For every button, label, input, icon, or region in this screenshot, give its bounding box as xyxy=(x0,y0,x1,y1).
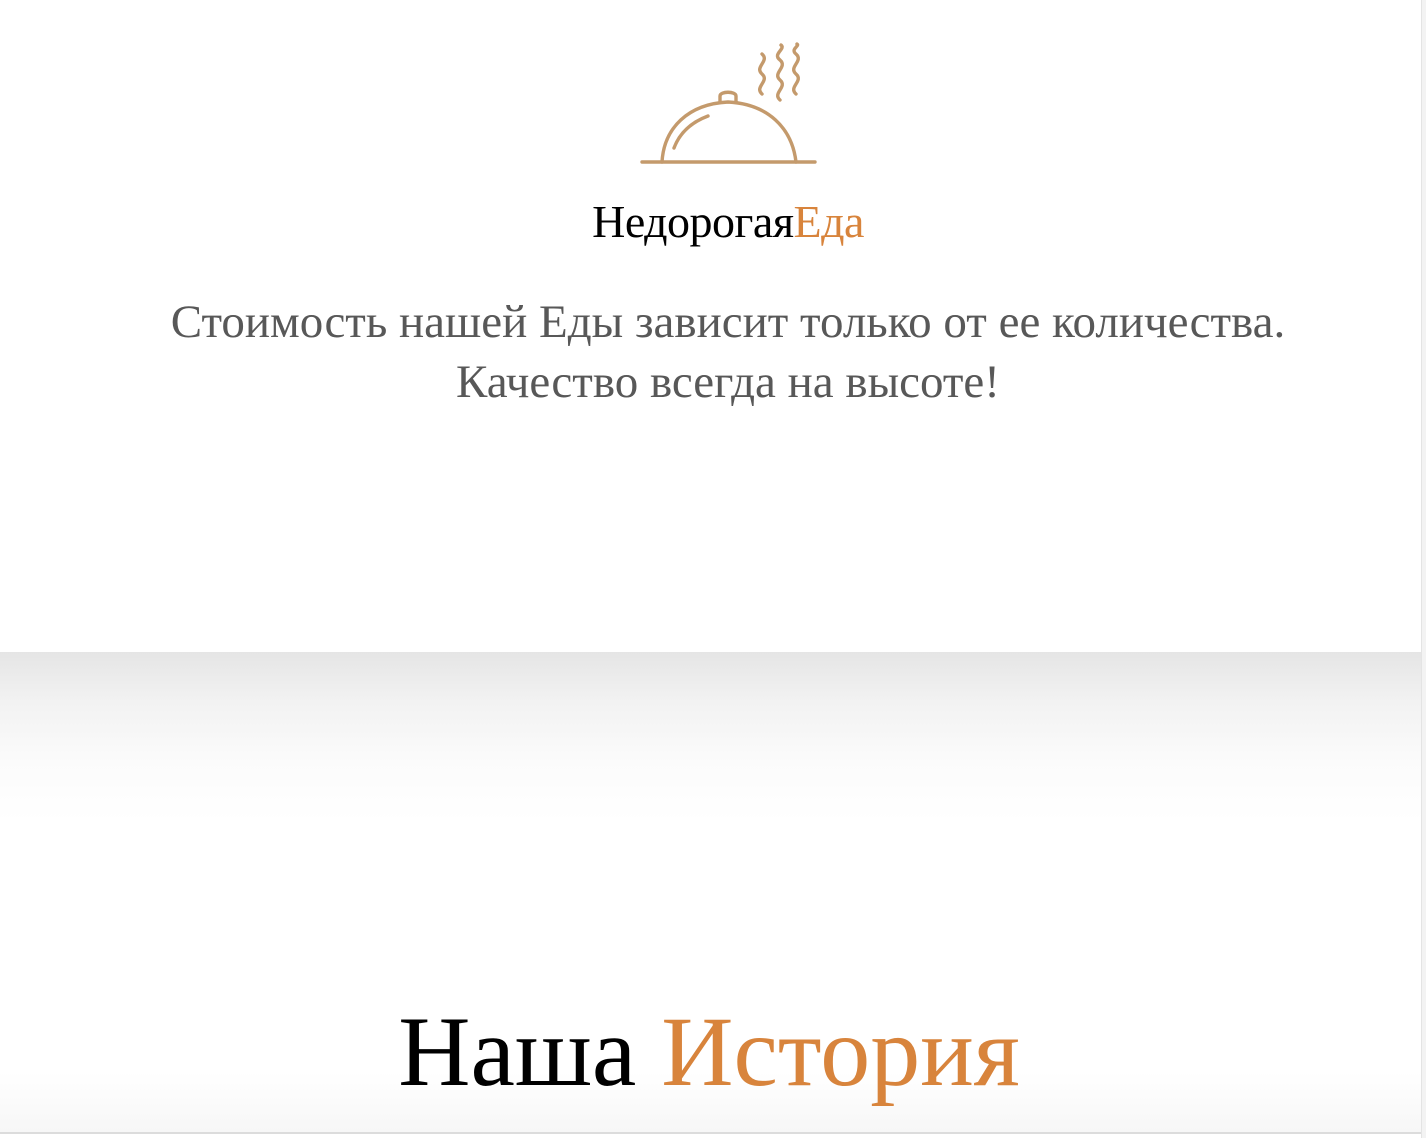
tagline-line-1: Стоимость нашей Еды зависит только от ее… xyxy=(170,296,1286,348)
page: НедорогаяЕда Стоимость нашей Еды зависит… xyxy=(0,0,1426,1138)
divider xyxy=(0,1132,1421,1134)
history-section: Наша История xyxy=(0,652,1421,1132)
hero-tagline: Стоимость нашей Еды зависит только от ее… xyxy=(0,292,1426,412)
brand-name-part1: Недорогая xyxy=(592,196,794,247)
brand-name[interactable]: НедорогаяЕда xyxy=(0,194,1426,250)
history-title: Наша История xyxy=(0,992,1418,1112)
serving-cloche-icon xyxy=(640,42,817,164)
history-title-part1: Наша xyxy=(398,996,637,1107)
brand-name-part2: Еда xyxy=(793,196,864,247)
history-title-part2: История xyxy=(661,996,1020,1107)
hero-section: НедорогаяЕда Стоимость нашей Еды зависит… xyxy=(0,0,1421,652)
logo[interactable] xyxy=(630,36,830,176)
scrollbar-edge xyxy=(1421,0,1426,1138)
tagline-line-2: Качество всегда на высоте! xyxy=(456,356,1000,408)
